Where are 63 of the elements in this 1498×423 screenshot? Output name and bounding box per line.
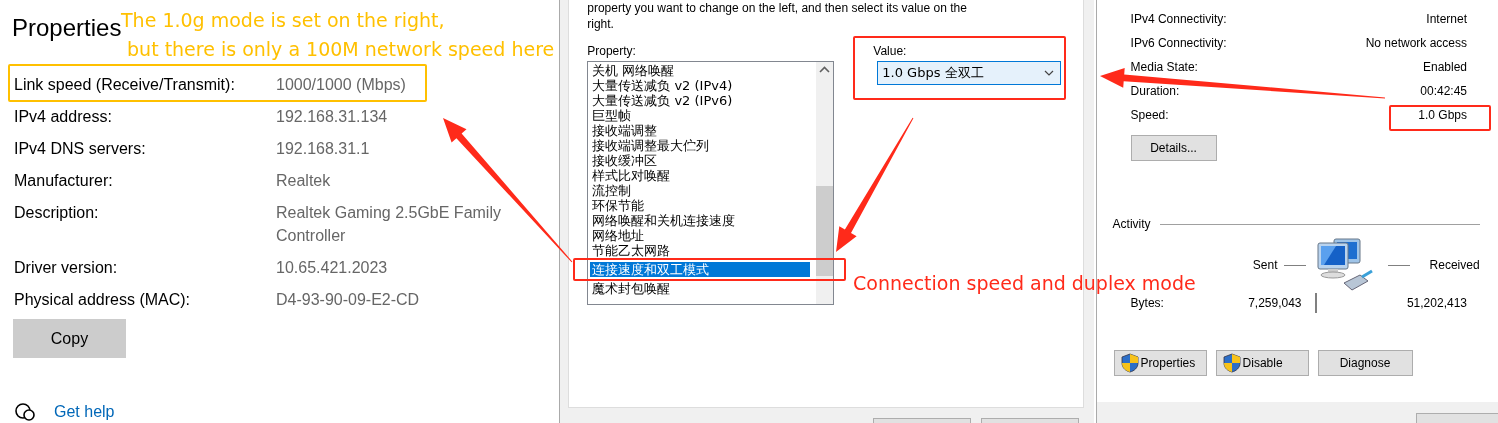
property-value: 1000/1000 (Mbps)	[276, 75, 407, 95]
received-label: Received	[1429, 258, 1480, 272]
list-item[interactable]: 网络唤醒和关机连接速度	[590, 213, 811, 228]
sent-label: Sent	[1252, 258, 1278, 272]
help-icon	[14, 402, 36, 422]
property-label: IPv4 DNS servers:	[14, 139, 147, 159]
property-value: D4-93-90-09-E2-CD	[276, 290, 421, 310]
property-label: Physical address (MAC):	[14, 290, 192, 310]
list-item[interactable]: 流控制	[590, 183, 811, 198]
list-item[interactable]: 连接速度和双工模式	[590, 262, 811, 277]
list-item[interactable]: 魔术封包唤醒	[590, 281, 811, 296]
property-value: 10.65.421.2023	[276, 258, 389, 278]
status-label: Media State:	[1130, 60, 1199, 74]
status-value: 1.0 Gbps	[1417, 108, 1467, 122]
list-item[interactable]: 环保节能	[590, 198, 811, 213]
annotation-text: Connection speed and duplex mode	[853, 271, 1196, 296]
list-item[interactable]: 大量传送减负 v2 (IPv6)	[590, 93, 811, 108]
status-value: Enabled	[1421, 60, 1467, 74]
property-label: IPv4 address:	[14, 107, 113, 127]
property-label: Property:	[587, 44, 637, 58]
bytes-received: 51,202,413	[1405, 296, 1467, 310]
annotation-text: The 1.0g mode is set on the right, but there is only a 100M network speed here	[121, 8, 555, 62]
page-title: Properties	[12, 14, 122, 42]
scroll-thumb[interactable]	[816, 186, 834, 276]
status-label: Duration:	[1130, 84, 1181, 98]
list-item[interactable]: 网络地址	[590, 228, 811, 243]
action-button[interactable]: Disable	[1215, 350, 1309, 376]
list-item[interactable]: 接收端调整最大伫列	[590, 138, 811, 153]
property-label: Manufacturer:	[14, 171, 114, 191]
property-label: Link speed (Receive/Transmit):	[14, 75, 236, 95]
chevron-down-icon	[1044, 70, 1055, 76]
value-dropdown[interactable]: 1.0 Gbps 全双工	[877, 61, 1062, 85]
status-label: Speed:	[1130, 108, 1170, 122]
action-button[interactable]: Diagnose	[1317, 350, 1413, 376]
property-label: Driver version:	[14, 258, 119, 278]
bytes-sent: 7,259,043	[1247, 296, 1302, 310]
list-item[interactable]: 大量传送减负 v2 (IPv4)	[590, 78, 811, 93]
list-item[interactable]: 巨型帧	[590, 108, 811, 123]
property-value: Realtek	[276, 171, 332, 191]
list-item[interactable]: 接收缓冲区	[590, 153, 811, 168]
property-list[interactable]: 关机 网络唤醒 大量传送减负 v2 (IPv4) 大量传送减负 v2 (IPv6) 巨型帧 接收端调整 接收端调整最大伫列 接收缓冲区 样式比对唤醒 流控制 环保节能 网络唤醒和关机连接速度 网络地址 节能乙太网路 连接速度和双工模式 魔术封包唤醒	[587, 61, 835, 305]
status-value: 00:42:45	[1419, 84, 1467, 98]
property-value: 192.168.31.134	[276, 107, 389, 127]
property-value: Realtek Gaming 2.5GbE Family Controller	[276, 203, 502, 246]
section-title: Activity	[1112, 217, 1151, 231]
details-button[interactable]: Details...	[1130, 135, 1217, 161]
list-item[interactable]: 样式比对唤醒	[590, 168, 811, 183]
list-item[interactable]: 节能乙太网路	[590, 243, 811, 258]
status-label: IPv6 Connectivity:	[1130, 36, 1228, 50]
status-label: IPv4 Connectivity:	[1130, 12, 1228, 26]
bytes-label: Bytes:	[1130, 296, 1165, 310]
list-item[interactable]: 接收端调整	[590, 123, 811, 138]
status-value: No network access	[1365, 36, 1467, 50]
action-button[interactable]: Properties	[1113, 350, 1207, 376]
value-label: Value:	[873, 44, 908, 58]
scroll-up-icon[interactable]	[819, 66, 831, 73]
instruction-text: property you want to change on the left, and then select its value on the right.	[587, 0, 968, 32]
help-link[interactable]: Get help	[54, 403, 115, 421]
list-item[interactable]: 关机 网络唤醒	[590, 63, 811, 78]
property-value: 192.168.31.1	[276, 139, 371, 159]
property-label: Description:	[14, 203, 100, 223]
status-value: Internet	[1425, 12, 1467, 26]
copy-button[interactable]: Copy	[13, 319, 126, 358]
